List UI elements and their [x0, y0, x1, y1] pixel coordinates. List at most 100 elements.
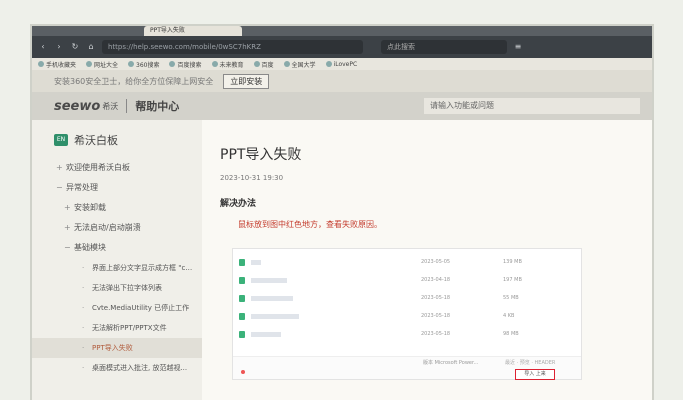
bookmark-icon: [211, 61, 218, 67]
bookmark-icon: [38, 61, 44, 67]
file-date: 2023-05-18: [421, 313, 451, 319]
sidebar-item-parse-ppt[interactable]: · 无法解析PPT/PPTX文件: [32, 318, 202, 338]
file-row: 2023-04-18 197 MB: [233, 275, 581, 287]
install-button[interactable]: 立即安装: [223, 73, 270, 89]
file-size: 4 KB: [503, 313, 515, 319]
browser-search-input[interactable]: 点此搜索: [381, 40, 507, 54]
tab-active[interactable]: PPT导入失败: [144, 26, 242, 36]
bookmark-item[interactable]: 手机收藏夹: [38, 60, 76, 69]
back-icon[interactable]: ‹: [38, 42, 48, 52]
bookmark-item[interactable]: iLovePC: [325, 61, 357, 68]
sidebar: EN 希沃白板 + 欢迎使用希沃白板 − 异常处理 + 安装卸载 + 无法启动/启动崩溃…: [32, 120, 202, 400]
header-divider: [126, 99, 128, 113]
bullet-icon: ·: [82, 304, 85, 312]
instruction-note: 鼠标放到图中红色地方，查看失败原因。: [238, 220, 382, 229]
expand-icon: +: [64, 223, 71, 232]
file-size: 197 MB: [503, 277, 522, 283]
sidebar-item-font-list[interactable]: · 无法弹出下拉字体列表: [32, 278, 202, 298]
brand-badge-icon: EN: [54, 134, 68, 146]
file-date: 2023-05-18: [421, 295, 451, 301]
refresh-icon[interactable]: ↻: [70, 42, 80, 52]
dialog-footer: 版本 Microsoft Power... 最近 · 预览 · HEADER 导…: [233, 356, 581, 380]
bullet-icon: ·: [82, 284, 85, 292]
address-bar: ‹ › ↻ ⌂ https://help.seewo.com/mobile/0w…: [32, 36, 652, 58]
file-icon: [239, 259, 245, 266]
site-header: seewo 希沃 帮助中心 请输入功能或问题: [32, 92, 652, 120]
promo-text: 安装360安全卫士，给你全方位保障上网安全: [54, 76, 214, 86]
footer-right-info: 最近 · 预览 · HEADER: [505, 360, 556, 366]
browser-window: PPT导入失败 ‹ › ↻ ⌂ https://help.seewo.com/m…: [32, 26, 652, 400]
file-date: 2023-05-18: [421, 331, 451, 337]
file-name-blurred: [251, 296, 293, 301]
bookmark-item[interactable]: 百度: [253, 60, 274, 69]
article: PPT导入失败 2023-10-31 19:30 解决办法 鼠标放到图中红色地方…: [202, 120, 652, 400]
url-input[interactable]: https://help.seewo.com/mobile/0wSC7hKRZ: [102, 40, 363, 54]
brand-title: 希沃白板: [74, 134, 118, 147]
file-icon: [239, 295, 245, 302]
section-title: 解决办法: [220, 199, 257, 209]
file-row: 2023-05-05 139 MB: [233, 257, 581, 269]
bookmark-icon: [253, 61, 260, 67]
home-icon[interactable]: ⌂: [86, 42, 96, 52]
file-icon: [239, 277, 245, 284]
bullet-icon: ·: [82, 364, 85, 372]
file-icon: [239, 313, 245, 320]
bookmark-item[interactable]: 百度搜索: [169, 60, 202, 69]
sidebar-item-startup[interactable]: + 无法启动/启动崩溃: [32, 218, 202, 238]
collapse-icon: −: [64, 243, 71, 252]
sidebar-item-mediautility[interactable]: · Cvte.MediaUtility 已停止工作: [32, 298, 202, 318]
sidebar-item-ppt-import[interactable]: · PPT导入失败: [32, 338, 202, 358]
sidebar-item-basic[interactable]: − 基础模块: [32, 238, 202, 258]
file-row: 2023-05-18 98 MB: [233, 329, 581, 341]
file-name-blurred: [251, 314, 299, 319]
bullet-icon: ·: [82, 324, 85, 332]
logo-cn: 希沃: [102, 101, 119, 111]
bookmark-item[interactable]: 网址大全: [86, 60, 118, 69]
file-size: 139 MB: [503, 259, 522, 265]
bookmark-icon: [128, 61, 135, 67]
file-name-blurred: [251, 278, 287, 283]
file-name-blurred: [251, 332, 281, 337]
page-title: PPT导入失败: [220, 147, 302, 163]
bookmark-item[interactable]: 全国大学: [283, 60, 316, 69]
bookmark-item[interactable]: 未来教育: [211, 60, 244, 69]
sidebar-item-font-box[interactable]: · 界面上部分文字显示成方框 "co...: [32, 258, 202, 278]
forward-icon[interactable]: ›: [54, 42, 64, 52]
tab-bar: PPT导入失败: [32, 26, 652, 36]
collapse-icon: −: [56, 183, 63, 192]
import-button[interactable]: 导入 上来: [515, 369, 555, 380]
sidebar-brand: EN 希沃白板: [32, 132, 202, 148]
bookmark-item[interactable]: 360搜索: [128, 60, 159, 69]
warning-icon: [241, 370, 245, 374]
expand-icon: +: [56, 163, 63, 172]
file-size: 55 MB: [503, 295, 519, 301]
menu-icon[interactable]: ≡: [513, 42, 523, 52]
sidebar-item-exception[interactable]: − 异常处理: [32, 178, 202, 198]
sidebar-item-install[interactable]: + 安装卸载: [32, 198, 202, 218]
file-row: 2023-05-18 55 MB: [233, 293, 581, 305]
promo-bar: 安装360安全卫士，给你全方位保障上网安全 立即安装: [32, 70, 652, 92]
file-row: 2023-05-18 4 KB: [233, 311, 581, 323]
sidebar-item-welcome[interactable]: + 欢迎使用希沃白板: [32, 158, 202, 178]
file-size: 98 MB: [503, 331, 519, 337]
file-date: 2023-04-18: [421, 277, 451, 283]
help-center-title[interactable]: 帮助中心: [135, 98, 179, 114]
sidebar-item-desktop-mode[interactable]: · 桌面模式进入批注, 放范越视...: [32, 358, 202, 378]
bookmarks-bar: 手机收藏夹 网址大全 360搜索 百度搜索 未来教育 百度 全国大学 iLove…: [32, 58, 652, 70]
article-date: 2023-10-31 19:30: [220, 174, 284, 182]
bookmark-icon: [86, 61, 93, 67]
bookmark-icon: [283, 61, 290, 67]
file-date: 2023-05-05: [421, 259, 451, 265]
bookmark-icon: [169, 61, 176, 67]
bullet-icon: ·: [82, 264, 85, 272]
seewo-logo[interactable]: seewo: [54, 99, 100, 114]
site-search-input[interactable]: 请输入功能或问题: [424, 98, 640, 114]
embedded-file-dialog-image: 2023-05-05 139 MB 2023-04-18 197 MB 2023…: [232, 248, 582, 380]
expand-icon: +: [64, 203, 71, 212]
bullet-icon: ·: [82, 344, 85, 352]
file-type-filter[interactable]: 版本 Microsoft Power...: [423, 359, 478, 366]
content-area: EN 希沃白板 + 欢迎使用希沃白板 − 异常处理 + 安装卸载 + 无法启动/启动崩溃…: [32, 120, 652, 400]
file-name-blurred: [251, 260, 261, 265]
bookmark-icon: [325, 61, 332, 67]
file-icon: [239, 331, 245, 338]
